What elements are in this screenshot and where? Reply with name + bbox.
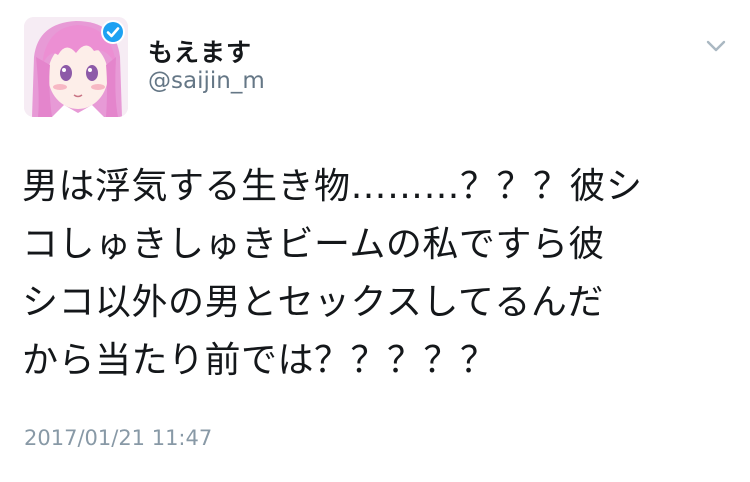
verified-badge-icon	[101, 20, 125, 44]
author-handle[interactable]: @saijin_m	[148, 68, 265, 94]
tweet-card: もえます @saijin_m 男は浮気する生き物………？？？彼シ コしゅきしゅき…	[0, 0, 750, 482]
tweet-timestamp[interactable]: 2017/01/21 11:47	[24, 426, 212, 450]
author-display-name[interactable]: もえます	[148, 33, 252, 69]
tweet-text-line: 男は浮気する生き物………？？？彼シ	[22, 166, 643, 207]
tweet-text-line: コしゅきしゅきビームの私ですら彼	[22, 224, 605, 265]
chevron-down-icon[interactable]	[705, 38, 727, 54]
tweet-text-line: から当たり前では？？？？？	[22, 340, 497, 381]
tweet-text-line: シコ以外の男とセックスしてるんだ	[22, 282, 604, 323]
tweet-text: 男は浮気する生き物………？？？彼シ コしゅきしゅきビームの私ですら彼 シコ以外の…	[22, 158, 734, 390]
